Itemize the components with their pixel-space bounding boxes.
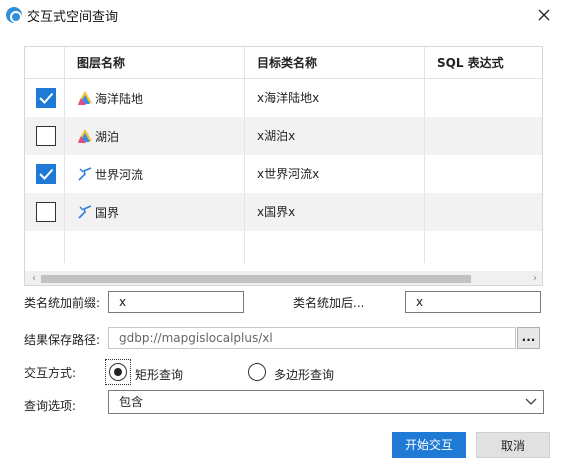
header-target-name[interactable]: 目标类名称 <box>257 47 317 79</box>
mode-polygon-radio[interactable] <box>248 363 266 381</box>
close-icon <box>538 9 550 21</box>
row-checkbox[interactable] <box>36 126 56 146</box>
check-icon <box>39 92 54 104</box>
option-label: 查询选项: <box>24 399 77 413</box>
prefix-label: 类名统加前缀: <box>24 296 101 310</box>
layer-name: 海洋陆地 <box>95 91 144 106</box>
app-icon <box>6 7 22 23</box>
query-option-select[interactable]: 包含 <box>108 390 544 414</box>
horizontal-scrollbar[interactable]: ‹ › <box>25 271 542 285</box>
start-button[interactable]: 开始交互 <box>392 432 466 458</box>
header-sql-expression[interactable]: SQL 表达式 <box>437 47 504 79</box>
window-title: 交互式空间查询 <box>27 10 119 25</box>
column-divider <box>244 47 245 263</box>
target-class-name[interactable]: x国界x <box>257 193 295 231</box>
suffix-label: 类名统加后... <box>293 296 365 310</box>
layer-table: 图层名称 目标类名称 SQL 表达式 海洋陆地 x海洋陆地x 湖泊 x湖泊x 世… <box>24 46 543 286</box>
suffix-input[interactable]: x <box>405 291 541 313</box>
row-checkbox[interactable] <box>36 88 56 108</box>
row-checkbox[interactable] <box>36 164 56 184</box>
layer-name: 国界 <box>95 205 120 220</box>
polygon-layer-icon <box>78 129 92 143</box>
line-layer-icon <box>78 205 92 219</box>
prefix-input[interactable]: x <box>108 291 244 313</box>
mode-polygon-label[interactable]: 多边形查询 <box>274 366 334 383</box>
table-row[interactable]: 世界河流 x世界河流x <box>25 155 542 193</box>
table-header: 图层名称 目标类名称 SQL 表达式 <box>25 47 542 79</box>
browse-button[interactable]: ... <box>517 327 540 349</box>
target-class-name[interactable]: x湖泊x <box>257 117 295 155</box>
query-option-value: 包含 <box>119 395 144 409</box>
target-class-name[interactable]: x世界河流x <box>257 155 319 193</box>
save-path-field[interactable]: gdbp://mapgislocalplus/xl <box>108 327 516 349</box>
save-path-label: 结果保存路径: <box>24 333 101 347</box>
header-layer-name[interactable]: 图层名称 <box>77 47 125 79</box>
row-checkbox[interactable] <box>36 202 56 222</box>
title-bar: 交互式空间查询 <box>0 0 564 30</box>
table-row[interactable]: 海洋陆地 x海洋陆地x <box>25 79 542 117</box>
close-button[interactable] <box>524 0 564 30</box>
check-icon <box>39 168 54 180</box>
scroll-right-icon[interactable]: › <box>528 272 542 285</box>
scrollbar-thumb[interactable] <box>41 275 471 283</box>
table-row[interactable]: 湖泊 x湖泊x <box>25 117 542 155</box>
mode-rect-radio[interactable] <box>109 363 127 381</box>
polygon-layer-icon <box>78 91 92 105</box>
column-divider <box>424 47 425 263</box>
layer-name: 世界河流 <box>95 167 144 182</box>
target-class-name[interactable]: x海洋陆地x <box>257 79 319 117</box>
layer-name: 湖泊 <box>95 129 120 144</box>
cancel-button[interactable]: 取消 <box>476 432 550 458</box>
mode-rect-label[interactable]: 矩形查询 <box>135 366 183 383</box>
chevron-down-icon <box>525 398 537 405</box>
line-layer-icon <box>78 167 92 181</box>
column-divider <box>64 47 65 263</box>
mode-label: 交互方式: <box>24 366 77 380</box>
table-row[interactable]: 国界 x国界x <box>25 193 542 231</box>
scroll-left-icon[interactable]: ‹ <box>27 272 41 285</box>
